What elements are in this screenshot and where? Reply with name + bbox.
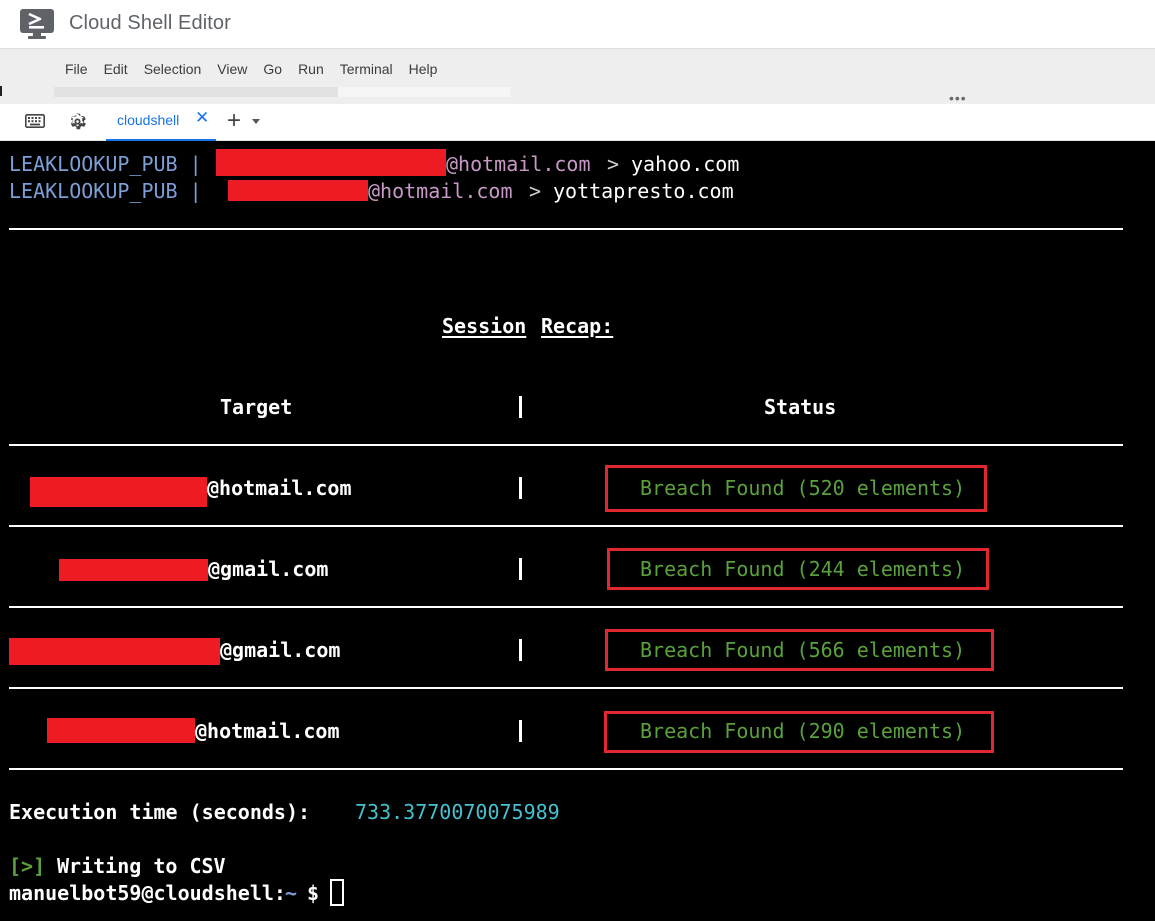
- redacted-block: [59, 559, 208, 581]
- edge-mark: [0, 86, 2, 96]
- writing-text: Writing to CSV: [57, 854, 226, 878]
- add-tab-icon[interactable]: +: [227, 106, 241, 136]
- execution-label: Execution time (seconds):: [9, 800, 311, 824]
- title-bar: Cloud Shell Editor: [0, 0, 1155, 48]
- prompt-symbol: $: [307, 881, 320, 905]
- recap-title-b: Recap:: [541, 314, 614, 338]
- menu-view[interactable]: View: [209, 61, 255, 77]
- text-cursor: [330, 879, 344, 906]
- menu: File Edit Selection View Go Run Terminal…: [57, 61, 445, 77]
- column-separator: [519, 639, 522, 661]
- cloud-shell-terminal-icon: [20, 9, 54, 39]
- menu-terminal[interactable]: Terminal: [332, 61, 401, 77]
- prompt-path: ~: [285, 881, 298, 905]
- status-text: Breach Found (290 elements): [640, 719, 966, 743]
- divider: [9, 444, 1123, 446]
- leak-domain: @hotmail.com: [368, 179, 513, 203]
- target-domain: @gmail.com: [208, 557, 329, 581]
- prompt-user: manuelbot59@cloudshell:: [9, 881, 286, 905]
- terminal-tab-bar: cloudshell ✕ +: [0, 104, 1155, 141]
- leak-target: yottapresto.com: [553, 179, 734, 203]
- writing-prefix: [>]: [9, 854, 46, 878]
- leak-target: yahoo.com: [631, 152, 740, 176]
- editor-strip: [54, 87, 510, 97]
- leak-source: LEAKLOOKUP_PUB |: [9, 152, 202, 176]
- gear-icon[interactable]: [67, 111, 88, 132]
- menu-run[interactable]: Run: [290, 61, 332, 77]
- leak-domain: @hotmail.com: [446, 152, 591, 176]
- divider: [9, 525, 1123, 527]
- leak-arrow: >: [529, 179, 542, 203]
- status-text: Breach Found (244 elements): [640, 557, 966, 581]
- recap-title-a: Session: [442, 314, 527, 338]
- divider: [9, 687, 1123, 689]
- editor-strip-gap: [338, 87, 510, 97]
- more-horizontal-icon[interactable]: •••: [949, 91, 967, 105]
- redacted-block: [47, 718, 195, 743]
- header-status: Status: [764, 395, 837, 419]
- keyboard-icon[interactable]: [25, 114, 45, 128]
- tab-cloudshell[interactable]: cloudshell ✕: [106, 104, 216, 141]
- target-domain: @hotmail.com: [207, 476, 352, 500]
- target-domain: @gmail.com: [220, 638, 341, 662]
- redacted-block: [228, 180, 368, 201]
- status-text: Breach Found (566 elements): [640, 638, 966, 662]
- column-separator: [519, 477, 522, 499]
- menu-edit[interactable]: Edit: [96, 61, 136, 77]
- redacted-block: [30, 477, 207, 507]
- menu-go[interactable]: Go: [255, 61, 290, 77]
- execution-value: 733.3770070075989: [355, 800, 560, 824]
- column-separator: [519, 396, 522, 418]
- redacted-block: [9, 638, 220, 665]
- menu-bar: File Edit Selection View Go Run Terminal…: [0, 48, 1155, 105]
- menu-help[interactable]: Help: [401, 61, 446, 77]
- menu-file[interactable]: File: [57, 61, 96, 77]
- leak-source: LEAKLOOKUP_PUB |: [9, 179, 202, 203]
- divider: [9, 606, 1123, 608]
- caret-down-icon[interactable]: [252, 119, 260, 124]
- tab-label: cloudshell: [117, 112, 180, 128]
- divider: [9, 228, 1123, 230]
- menu-selection[interactable]: Selection: [136, 61, 210, 77]
- divider: [9, 768, 1123, 770]
- column-separator: [519, 720, 522, 742]
- leak-arrow: >: [607, 152, 620, 176]
- redacted-block: [216, 149, 446, 176]
- status-text: Breach Found (520 elements): [640, 476, 966, 500]
- close-icon[interactable]: ✕: [195, 108, 209, 128]
- target-domain: @hotmail.com: [195, 719, 340, 743]
- header-target: Target: [220, 395, 293, 419]
- column-separator: [519, 558, 522, 580]
- window-title: Cloud Shell Editor: [69, 12, 231, 34]
- terminal-output[interactable]: LEAKLOOKUP_PUB | @hotmail.com > yahoo.co…: [0, 141, 1155, 921]
